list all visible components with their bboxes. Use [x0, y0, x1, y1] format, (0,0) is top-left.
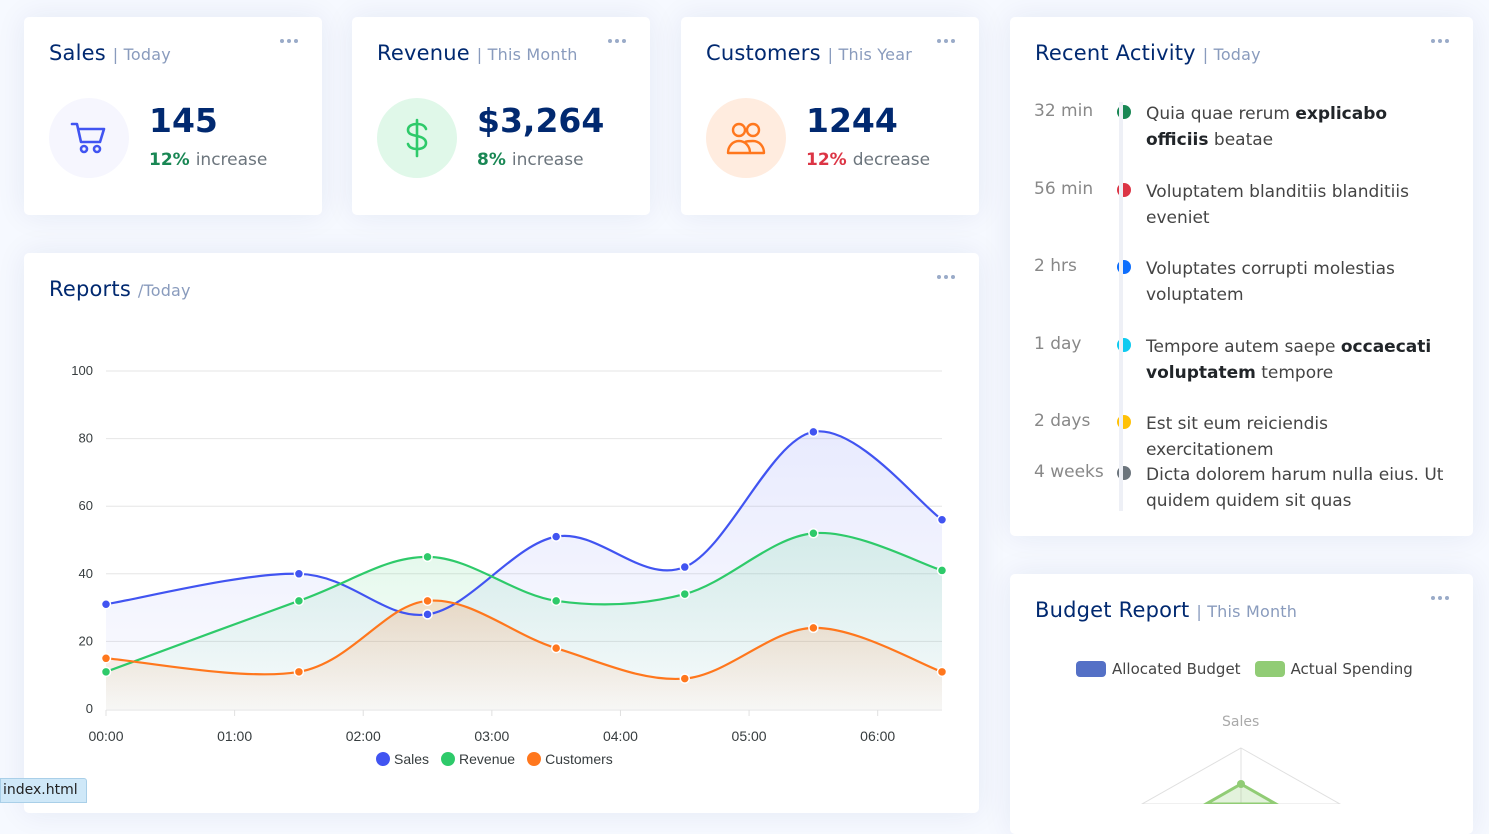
data-point-revenue[interactable] — [679, 588, 691, 600]
data-point-revenue[interactable] — [100, 666, 112, 678]
data-point-revenue[interactable] — [422, 551, 433, 563]
legend-label: Revenue — [459, 751, 516, 767]
data-point-customers[interactable] — [936, 666, 948, 678]
data-point-customers[interactable] — [100, 653, 112, 664]
data-point-revenue[interactable] — [293, 595, 305, 607]
y-tick-label: 20 — [79, 633, 93, 648]
legend-label: Allocated Budget — [1112, 660, 1241, 678]
activity-time: 32 min — [1034, 101, 1094, 121]
activity-time: 56 min — [1034, 179, 1094, 199]
x-tick-label: 01:00 — [217, 728, 252, 744]
data-point-customers[interactable] — [550, 642, 562, 654]
activity-text: Voluptatem blanditiis blanditiis eveniet — [1146, 182, 1409, 228]
legend-swatch-icon — [1254, 661, 1285, 677]
card-title-text: Budget Report — [1035, 598, 1190, 622]
data-point-sales[interactable] — [550, 531, 562, 542]
y-tick-label: 100 — [71, 363, 93, 378]
budget-radar-chart — [1140, 747, 1342, 804]
data-point-sales[interactable] — [422, 609, 433, 620]
chart-legend: Sales Revenue Customers — [376, 751, 613, 767]
activity-text: Est sit eum reiciendis exercitationem — [1146, 414, 1328, 460]
data-point-sales[interactable] — [293, 568, 305, 580]
activity-time: 2 days — [1034, 411, 1091, 431]
activity-more-menu-icon[interactable] — [1431, 39, 1449, 43]
x-tick-label: 00:00 — [88, 728, 123, 744]
data-point-customers[interactable] — [679, 673, 691, 684]
budget-report-card: Budget Report | This Month Allocated Bud… — [1010, 574, 1473, 834]
activity-text: Dicta dolorem harum nulla eius. Ut quide… — [1146, 465, 1444, 511]
y-tick-label: 40 — [79, 566, 93, 581]
data-point-customers[interactable] — [293, 666, 305, 678]
radar-point — [1237, 780, 1245, 788]
reports-chart: 0 20 40 60 80 100 00:00 01:00 02:00 03:00 04:00 05:… — [71, 363, 948, 744]
y-tick-label: 60 — [79, 498, 93, 513]
x-tick-label: 05:00 — [732, 728, 767, 744]
budget-legend-item[interactable]: Allocated Budget — [1076, 660, 1241, 678]
data-point-customers[interactable] — [808, 622, 819, 634]
data-point-revenue[interactable] — [808, 527, 819, 539]
recent-activity-title: Recent Activity | Today — [1035, 41, 1261, 65]
legend-swatch-icon — [1076, 661, 1106, 677]
data-point-revenue[interactable] — [550, 595, 562, 607]
data-point-customers[interactable] — [422, 595, 433, 607]
activity-time: 4 weeks — [1034, 462, 1104, 482]
activity-text: Voluptates corrupti molestias voluptatem — [1146, 259, 1395, 305]
budget-legend-item[interactable]: Actual Spending — [1254, 660, 1413, 678]
card-title-filter: | This Month — [1196, 602, 1298, 621]
budget-legend: Allocated Budget Actual Spending — [1076, 660, 1413, 678]
data-point-sales[interactable] — [936, 514, 948, 525]
recent-activity-card: Recent Activity | Today 32 min Quia quae … — [1010, 17, 1473, 536]
data-point-sales[interactable] — [100, 598, 112, 610]
legend-label: Customers — [545, 751, 613, 767]
legend-marker-icon — [441, 752, 456, 766]
budget-report-title: Budget Report | This Month — [1035, 598, 1297, 622]
data-point-sales[interactable] — [679, 561, 691, 573]
x-tick-label: 03:00 — [474, 728, 509, 744]
activity-time: 1 day — [1034, 334, 1082, 354]
activity-timeline-line — [1119, 102, 1123, 511]
legend-label: Sales — [394, 751, 430, 767]
card-title-text: Recent Activity — [1035, 41, 1196, 65]
activity-text: Tempore autem saepe occaecati voluptatem… — [1146, 337, 1432, 383]
legend-marker-icon — [376, 752, 390, 766]
y-tick-label: 0 — [86, 701, 93, 716]
data-point-sales[interactable] — [808, 426, 819, 438]
x-tick-label: 06:00 — [860, 728, 895, 744]
card-title-filter: | Today — [1202, 45, 1261, 64]
chart-legend-item-customers[interactable]: Customers — [527, 751, 613, 767]
status-bar-url: index.html — [0, 778, 87, 803]
budget-more-menu-icon[interactable] — [1431, 596, 1449, 600]
activity-time: 2 hrs — [1034, 256, 1077, 276]
data-point-revenue[interactable] — [936, 565, 948, 576]
activity-text: Quia quae rerum explicabo officiis beata… — [1146, 104, 1388, 150]
x-tick-label: 02:00 — [346, 728, 381, 744]
y-tick-label: 80 — [79, 431, 93, 446]
legend-label: Actual Spending — [1290, 660, 1413, 678]
chart-legend-item-sales[interactable]: Sales — [376, 751, 429, 767]
chart-legend-item-revenue[interactable]: Revenue — [441, 751, 515, 767]
legend-marker-icon — [527, 752, 542, 766]
x-tick-label: 04:00 — [603, 728, 638, 744]
